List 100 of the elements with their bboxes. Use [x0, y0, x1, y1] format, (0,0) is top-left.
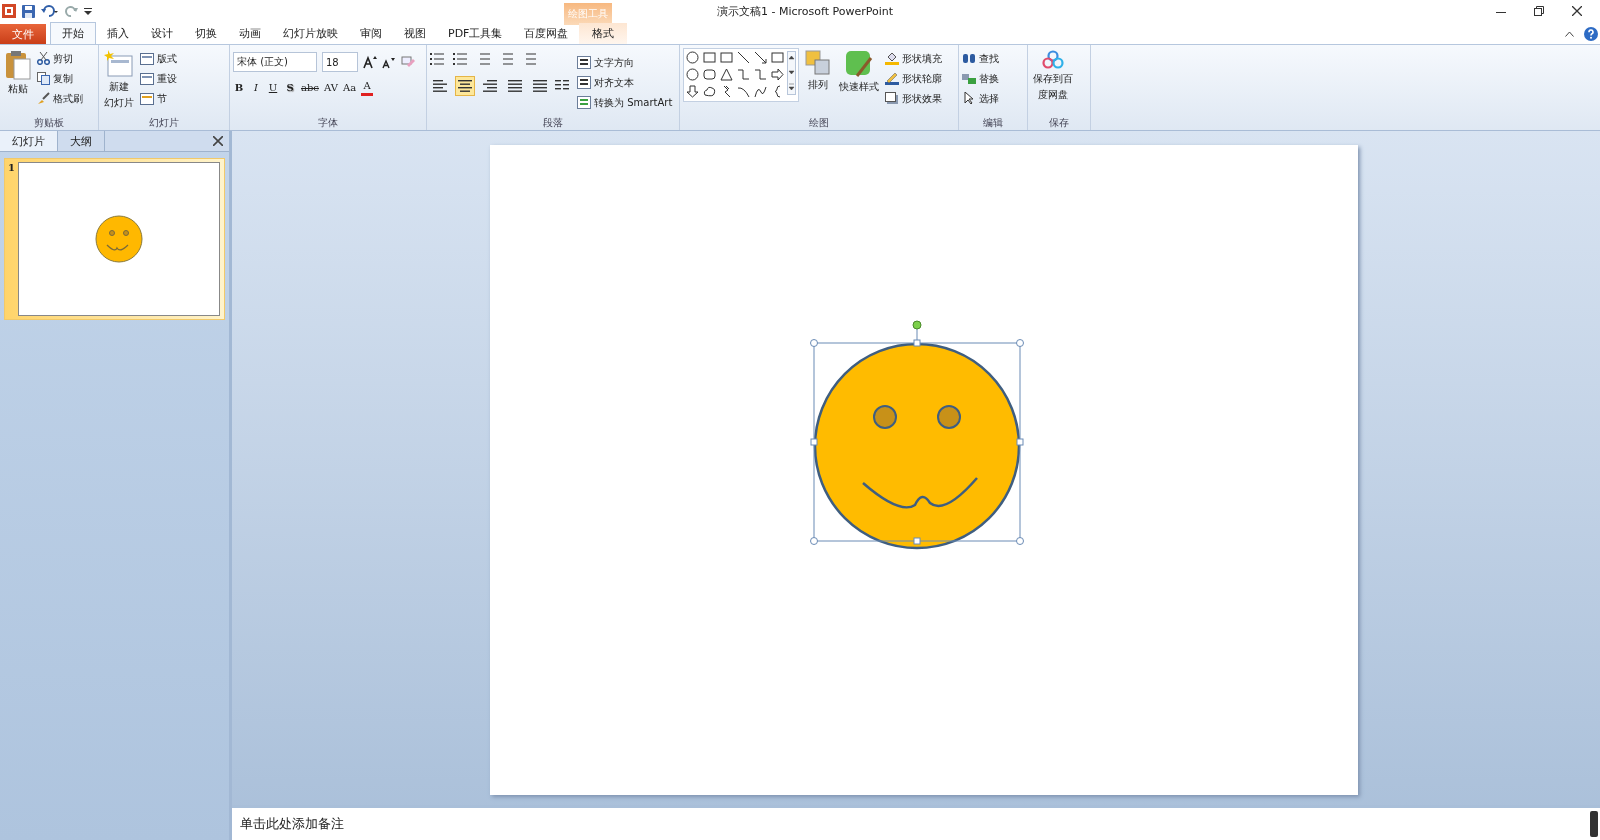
- collapse-ribbon-icon[interactable]: [1565, 30, 1574, 37]
- format-button[interactable]: abc: [301, 78, 319, 96]
- shape-icon[interactable]: [737, 51, 750, 64]
- replace-button[interactable]: 替换: [962, 70, 999, 87]
- help-icon[interactable]: [1584, 26, 1598, 41]
- format-button[interactable]: A: [361, 78, 374, 96]
- select-button[interactable]: 选择: [962, 90, 999, 107]
- shape-icon[interactable]: [703, 85, 716, 98]
- ribbon-tab[interactable]: 百度网盘: [513, 23, 580, 44]
- font-size-field[interactable]: 18: [322, 52, 358, 72]
- save-icon[interactable]: [22, 4, 35, 18]
- copy-icon: [37, 72, 50, 85]
- shape-icon[interactable]: [703, 68, 716, 81]
- stacked-squares-icon: [805, 50, 831, 76]
- ribbon-tab[interactable]: 设计: [140, 23, 184, 44]
- copy-button[interactable]: 复制: [37, 70, 83, 87]
- smiley-drawing: [95, 215, 143, 263]
- notes-placeholder[interactable]: 单击此处添加备注: [240, 815, 344, 833]
- cursor-icon: [962, 92, 976, 105]
- customize-toolbar-icon[interactable]: [84, 6, 92, 16]
- ribbon-tab[interactable]: 开始: [50, 22, 96, 44]
- shape-icon[interactable]: [737, 85, 750, 98]
- font-name-field[interactable]: 宋体 (正文): [233, 52, 317, 72]
- window-title: 演示文稿1 - Microsoft PowerPoint: [715, 3, 895, 19]
- cloud-rings-icon: [1041, 50, 1065, 70]
- arrange-button[interactable]: 排列: [803, 48, 833, 116]
- ribbon-tab[interactable]: 审阅: [349, 23, 393, 44]
- shape-outline-button[interactable]: 形状轮廓: [885, 70, 942, 87]
- clipboard-icon: [5, 50, 31, 80]
- shrink-font-icon[interactable]: [382, 55, 395, 69]
- ribbon-tab[interactable]: 格式: [579, 23, 628, 44]
- group-label: 幻灯片: [149, 117, 179, 128]
- columns-icon[interactable]: [555, 80, 571, 92]
- binoculars-icon: [962, 52, 976, 65]
- find-button[interactable]: 查找: [962, 50, 999, 67]
- format-button[interactable]: I: [250, 78, 262, 96]
- shape-icon[interactable]: [754, 51, 767, 64]
- ribbon-tab[interactable]: 视图: [393, 23, 437, 44]
- close-icon[interactable]: [213, 136, 223, 146]
- shape-fill-button[interactable]: 形状填充: [885, 50, 942, 67]
- new-slide-icon: [104, 50, 134, 78]
- group-label: 编辑: [983, 117, 1003, 128]
- cut-button[interactable]: 剪切: [37, 50, 83, 67]
- scrollbar-thumb-icon[interactable]: [1590, 811, 1598, 837]
- format-button[interactable]: S: [284, 78, 296, 96]
- pencil-icon: [885, 72, 899, 85]
- group-label: 保存: [1049, 117, 1069, 128]
- scissors-icon: [37, 52, 50, 65]
- shape-icon[interactable]: [686, 85, 699, 98]
- ribbon-tab[interactable]: 插入: [96, 23, 140, 44]
- paste-button[interactable]: 粘贴: [3, 48, 33, 116]
- shape-icon[interactable]: [754, 85, 767, 98]
- section-button[interactable]: 节: [140, 90, 177, 107]
- ribbon-tab[interactable]: 切换: [184, 23, 228, 44]
- brush-icon: [37, 92, 50, 105]
- group-label: 字体: [318, 117, 338, 128]
- shapes-gallery[interactable]: [683, 48, 799, 102]
- format-button[interactable]: U: [267, 78, 279, 96]
- gallery-scroll-icon[interactable]: [787, 51, 796, 95]
- format-painter-button[interactable]: 格式刷: [37, 90, 83, 107]
- ribbon-tab[interactable]: PDF工具集: [437, 23, 514, 44]
- pane-tab[interactable]: 大纲: [58, 131, 105, 151]
- slide-layout-icon: [140, 72, 154, 85]
- slide-thumbnail-row[interactable]: 1: [4, 158, 225, 320]
- smartart-icon: [577, 96, 591, 109]
- format-button[interactable]: Aa: [342, 78, 357, 96]
- ribbon-tab[interactable]: 动画: [228, 23, 272, 44]
- grow-font-icon[interactable]: [363, 55, 377, 69]
- group-label: 段落: [543, 117, 563, 128]
- reset-button[interactable]: 重设: [140, 70, 177, 87]
- paint-bucket-icon: [885, 52, 899, 65]
- text-direction-button[interactable]: 文字方向: [577, 54, 673, 71]
- replace-icon: [962, 72, 976, 85]
- format-button[interactable]: AV: [323, 78, 338, 96]
- text-layout-icon: [577, 76, 591, 89]
- shape-icon[interactable]: [771, 68, 784, 81]
- shape-effects-button[interactable]: 形状效果: [885, 90, 942, 107]
- pane-tab[interactable]: 幻灯片: [0, 131, 58, 151]
- group-label: 绘图: [809, 117, 829, 128]
- file-tab[interactable]: 文件: [0, 24, 46, 44]
- slide-number: 1: [8, 162, 15, 175]
- restore-icon[interactable]: [1534, 6, 1544, 16]
- shape-icon[interactable]: [720, 68, 733, 81]
- layout-button[interactable]: 版式: [140, 50, 177, 67]
- format-button[interactable]: B: [233, 78, 245, 96]
- align-text-button[interactable]: 对齐文本: [577, 74, 673, 91]
- close-icon[interactable]: [1572, 6, 1582, 16]
- ribbon-tab[interactable]: 幻灯片放映: [272, 23, 349, 44]
- styles-brush-icon: [845, 50, 873, 78]
- new-slide-button[interactable]: 新建 幻灯片: [102, 48, 136, 116]
- slide-layout-icon: [140, 92, 154, 105]
- contextual-tab-header: 绘图工具: [564, 3, 612, 25]
- text-layout-icon: [577, 56, 591, 69]
- convert-smartart-button[interactable]: 转换为 SmartArt: [577, 94, 673, 111]
- save-to-baidu-button[interactable]: 保存到百 度网盘: [1031, 48, 1075, 116]
- group-label: 剪贴板: [34, 117, 64, 128]
- quick-styles-button[interactable]: 快速样式: [837, 48, 881, 116]
- undo-icon[interactable]: [41, 4, 59, 18]
- shadow-square-icon: [885, 92, 899, 105]
- align-button[interactable]: [455, 76, 475, 96]
